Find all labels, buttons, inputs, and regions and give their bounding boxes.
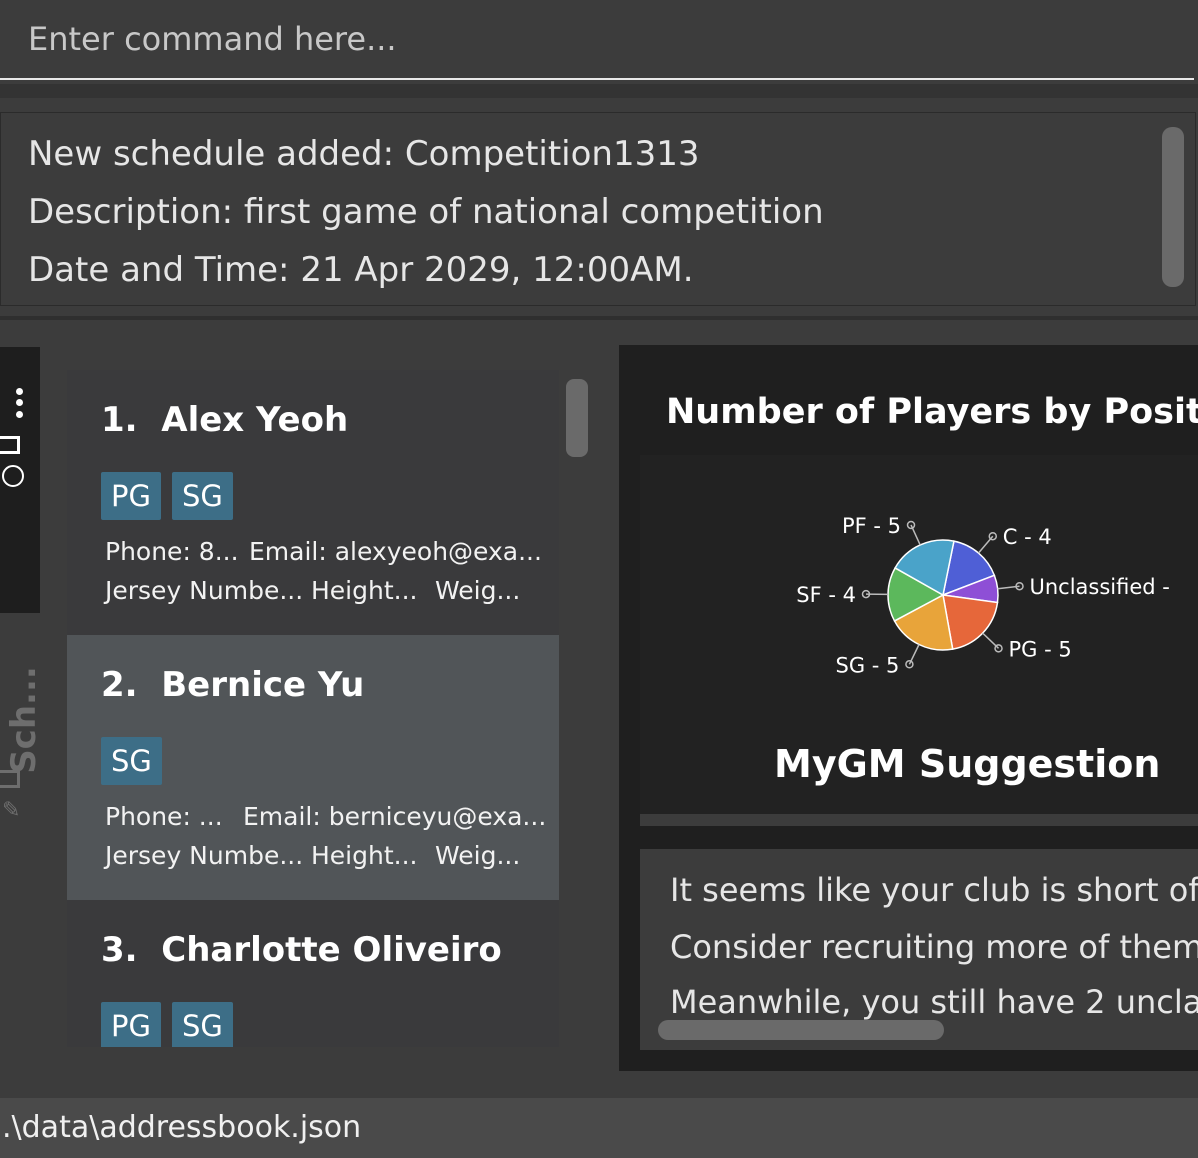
player-weight: Weig... (435, 841, 521, 870)
divider (640, 814, 1198, 826)
player-title: 2. Bernice Yu (101, 665, 364, 705)
suggestion-line: It seems like your club is short of PG (670, 871, 1198, 909)
schedule-window-icon (0, 770, 20, 788)
player-phone: Phone: ... (105, 802, 223, 831)
label-marker (994, 644, 1003, 653)
player-title: 3. Charlotte Oliveiro (101, 930, 502, 970)
position-tag: PG (101, 1002, 161, 1047)
pie-slice-label: PF - 5 (842, 514, 901, 538)
player-name: Alex Yeoh (161, 400, 349, 440)
player-card[interactable]: 1. Alex Yeoh PG SG Phone: 8... Email: al… (67, 370, 559, 635)
suggestion-line: Consider recruiting more of them. (670, 928, 1198, 966)
pie-slice-label: SF - 4 (796, 583, 856, 607)
player-index: 2. (101, 665, 138, 705)
suggestion-title: MyGM Suggestion (774, 742, 1161, 786)
player-name: Bernice Yu (161, 665, 365, 705)
command-input[interactable] (0, 0, 1194, 80)
more-options-icon[interactable] (12, 384, 28, 420)
position-tag: SG (172, 472, 233, 520)
tab-schedule[interactable]: Sch... (4, 666, 44, 774)
pie-slice-label: Unclassified - (1029, 575, 1169, 599)
player-index: 1. (101, 400, 138, 440)
position-tag: SG (101, 737, 162, 785)
result-scrollbar[interactable] (1162, 127, 1184, 287)
suggestion-line: Meanwhile, you still have 2 unclassi (670, 983, 1198, 1021)
player-list: 1. Alex Yeoh PG SG Phone: 8... Email: al… (67, 370, 559, 1047)
position-pie-chart: C - 4 Unclassified - PG - 5 SG - 5 SF - 4 PF … (796, 514, 1170, 677)
pie-slice-label: SG - 5 (836, 653, 900, 677)
command-box (0, 0, 1198, 96)
list-scrollbar[interactable] (566, 379, 588, 457)
player-height: Height... (311, 576, 418, 605)
player-card[interactable]: 2. Bernice Yu SG Phone: ... Email: berni… (67, 635, 559, 900)
divider (0, 84, 1198, 98)
player-jersey: Jersey Numbe... (105, 841, 304, 870)
label-marker (906, 520, 916, 530)
player-index: 3. (101, 930, 138, 970)
position-tag: PG (101, 472, 161, 520)
chart-title: Number of Players by Positio (666, 392, 1198, 432)
player-title: 1. Alex Yeoh (101, 400, 348, 440)
player-jersey: Jersey Numbe... (105, 576, 304, 605)
player-email: Email: berniceyu@exa... (243, 802, 547, 831)
result-line: Date and Time: 21 Apr 2029, 12:00AM. (28, 250, 694, 290)
label-marker (905, 660, 914, 669)
status-bar: .\data\addressbook.json (0, 1098, 1198, 1158)
player-name: Charlotte Oliveiro (161, 930, 502, 970)
player-phone: Phone: 8... (105, 537, 239, 566)
suggestion-scrollbar[interactable] (658, 1020, 944, 1040)
tab-window-icon[interactable] (0, 436, 20, 454)
player-weight: Weig... (435, 576, 521, 605)
data-file-path: .\data\addressbook.json (2, 1110, 362, 1145)
pie-slice-label: C - 4 (1003, 525, 1052, 549)
player-height: Height... (311, 841, 418, 870)
player-card[interactable]: 3. Charlotte Oliveiro PG SG (67, 900, 559, 1047)
result-line: New schedule added: Competition1313 (28, 134, 700, 174)
pie-slice-label: PG - 5 (1009, 637, 1072, 661)
schedule-edit-icon: ✎ (2, 798, 21, 823)
player-email: Email: alexyeoh@exa... (249, 537, 542, 566)
divider (0, 316, 1198, 320)
position-tag: SG (172, 1002, 233, 1047)
players-tab-icon[interactable] (2, 465, 24, 487)
result-line: Description: first game of national comp… (28, 192, 824, 232)
